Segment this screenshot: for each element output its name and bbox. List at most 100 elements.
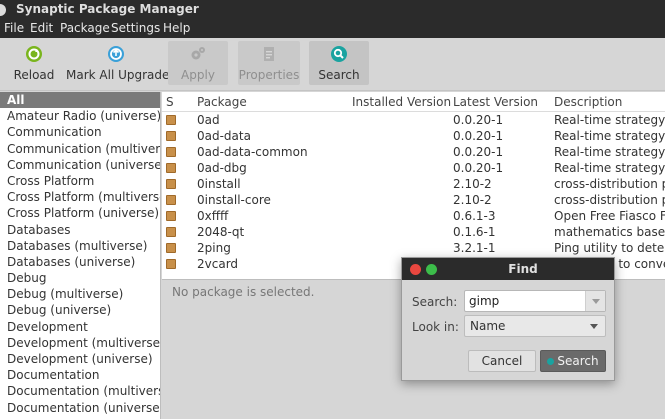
section-item[interactable]: Databases (universe) — [0, 254, 160, 270]
package-status-icon[interactable] — [166, 147, 176, 157]
look-in-label: Look in: — [412, 320, 459, 334]
section-item[interactable]: All — [0, 92, 160, 109]
section-item[interactable]: Development (multiverse) — [0, 335, 160, 351]
section-item[interactable]: Cross Platform (multiverse) — [0, 189, 160, 205]
package-latest-version: 0.0.20-1 — [453, 161, 504, 175]
package-latest-version: 3.2.1-1 — [453, 241, 496, 255]
look-in-select[interactable]: Name — [464, 315, 606, 337]
menu-file[interactable]: File — [4, 21, 24, 35]
properties-label: Properties — [238, 68, 300, 82]
package-latest-version: 2.10-2 — [453, 177, 492, 191]
table-row[interactable]: 2ping 3.2.1-1 Ping utility to determine … — [162, 240, 665, 256]
table-row[interactable]: 0ad 0.0.20-1 Real-time strategy game of … — [162, 112, 665, 128]
package-status-icon[interactable] — [166, 211, 176, 221]
look-in-value: Name — [470, 319, 506, 333]
find-dialog-title: Find — [508, 262, 538, 276]
package-name: 0xffff — [197, 209, 229, 223]
section-item[interactable]: Debug — [0, 270, 160, 286]
window-menu-icon[interactable] — [0, 4, 6, 16]
column-package[interactable]: Package — [197, 95, 247, 109]
reload-icon — [26, 46, 42, 62]
chevron-down-icon — [590, 324, 598, 329]
package-status-icon[interactable] — [166, 163, 176, 173]
table-row[interactable]: 0install-core 2.10-2 cross-distribution … — [162, 192, 665, 208]
section-item[interactable]: Debug (multiverse) — [0, 286, 160, 302]
package-name: 0install-core — [197, 193, 271, 207]
search-field-label: Search: — [412, 295, 458, 309]
apply-button[interactable]: Apply — [168, 41, 228, 85]
package-status-icon[interactable] — [166, 227, 176, 237]
section-item[interactable]: Communication — [0, 124, 160, 140]
package-list-header: S Package Installed Version Latest Versi… — [162, 92, 665, 112]
window-title: Synaptic Package Manager — [16, 2, 199, 16]
section-item[interactable]: Debug (universe) — [0, 302, 160, 318]
package-status-icon[interactable] — [166, 243, 176, 253]
properties-document-icon — [264, 47, 274, 61]
mark-all-upgrades-label: Mark All Upgrades — [66, 68, 176, 82]
section-item[interactable]: Documentation (multiverse) — [0, 383, 160, 399]
cancel-button[interactable]: Cancel — [468, 350, 536, 372]
section-item[interactable]: Databases — [0, 222, 160, 238]
package-name: 0ad-dbg — [197, 161, 247, 175]
section-item[interactable]: Development — [0, 319, 160, 335]
package-description: Real-time strategy game of ancient warfa… — [554, 129, 665, 143]
toolbar: Reload Mark All Upgrades Apply Propertie… — [0, 38, 665, 91]
section-item[interactable]: Communication (multiverse) — [0, 141, 160, 157]
table-row[interactable]: 2048-qt 0.1.6-1 mathematics based puzzle… — [162, 224, 665, 240]
section-item[interactable]: Documentation — [0, 367, 160, 383]
column-status[interactable]: S — [166, 95, 174, 109]
section-item[interactable]: Cross Platform (universe) — [0, 205, 160, 221]
table-row[interactable]: 0xffff 0.6.1-3 Open Free Fiasco Firmware… — [162, 208, 665, 224]
section-item[interactable]: Cross Platform — [0, 173, 160, 189]
package-status-icon[interactable] — [166, 195, 176, 205]
column-latest-version[interactable]: Latest Version — [453, 95, 538, 109]
package-status-icon[interactable] — [166, 131, 176, 141]
package-status-icon[interactable] — [166, 115, 176, 125]
mark-all-upgrades-button[interactable]: Mark All Upgrades — [66, 41, 176, 85]
search-input-value: gimp — [469, 294, 500, 308]
package-description: Real-time strategy game of ancient warfa… — [554, 161, 665, 175]
package-description: Open Free Fiasco Firmware Flasher — [554, 209, 665, 223]
package-latest-version: 0.0.20-1 — [453, 113, 504, 127]
package-name: 0ad-data — [197, 129, 251, 143]
upgrade-icon — [108, 46, 124, 62]
search-history-dropdown[interactable] — [585, 291, 605, 311]
package-name: 0ad — [197, 113, 220, 127]
menu-settings[interactable]: Settings — [111, 21, 160, 35]
table-row[interactable]: 0ad-dbg 0.0.20-1 Real-time strategy game… — [162, 160, 665, 176]
section-item[interactable]: Amateur Radio (universe) — [0, 108, 160, 124]
package-description: Real-time strategy game of ancient warfa… — [554, 113, 665, 127]
package-latest-version: 0.0.20-1 — [453, 129, 504, 143]
search-input[interactable]: gimp — [464, 290, 606, 312]
section-item[interactable]: Communication (universe) — [0, 157, 160, 173]
package-status-icon[interactable] — [166, 259, 176, 269]
menu-edit[interactable]: Edit — [30, 21, 53, 35]
package-name: 2ping — [197, 241, 231, 255]
section-item[interactable]: Documentation (universe) — [0, 400, 160, 416]
menu-package[interactable]: Package — [60, 21, 110, 35]
package-status-icon[interactable] — [166, 179, 176, 189]
table-row[interactable]: 0ad-data-common 0.0.20-1 Real-time strat… — [162, 144, 665, 160]
properties-button[interactable]: Properties — [238, 41, 300, 85]
reload-button[interactable]: Reload — [4, 41, 64, 85]
table-row[interactable]: 0install 2.10-2 cross-distribution packa… — [162, 176, 665, 192]
find-search-button[interactable]: Search — [540, 350, 606, 372]
search-button[interactable]: Search — [309, 41, 369, 85]
package-description: Real-time strategy game of ancient warfa… — [554, 145, 665, 159]
window-titlebar: Synaptic Package Manager — [0, 0, 665, 20]
section-item[interactable]: Databases (multiverse) — [0, 238, 160, 254]
column-installed-version[interactable]: Installed Version — [352, 95, 451, 109]
table-row[interactable]: 0ad-data 0.0.20-1 Real-time strategy gam… — [162, 128, 665, 144]
reload-label: Reload — [13, 68, 55, 82]
menu-help[interactable]: Help — [163, 21, 190, 35]
search-label: Search — [318, 68, 360, 82]
apply-label: Apply — [181, 68, 215, 82]
package-name: 0install — [197, 177, 241, 191]
package-name: 2vcard — [197, 257, 239, 271]
package-latest-version: 0.6.1-3 — [453, 209, 496, 223]
find-dialog-titlebar: Find — [402, 258, 614, 280]
package-name: 2048-qt — [197, 225, 245, 239]
column-description[interactable]: Description — [554, 95, 622, 109]
find-dialog: Find Search: gimp Look in: Name Cancel S… — [401, 257, 615, 381]
section-item[interactable]: Development (universe) — [0, 351, 160, 367]
